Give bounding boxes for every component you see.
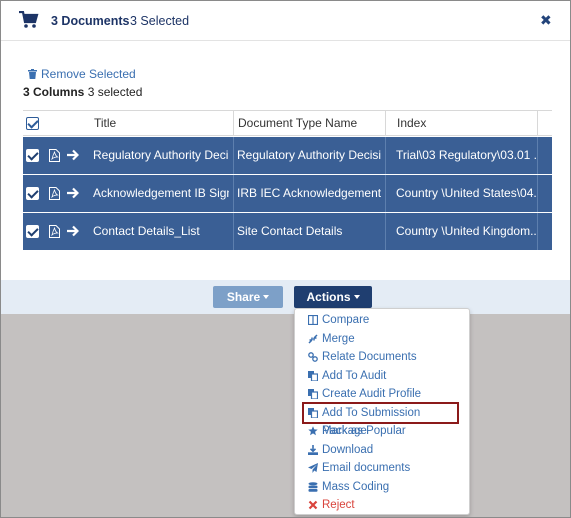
column-header-document-type[interactable]: Document Type Name bbox=[238, 111, 357, 136]
documents-grid: Title Document Type Name Index Regulator… bbox=[23, 110, 552, 250]
actions-button[interactable]: Actions bbox=[294, 286, 372, 308]
arrow-right-icon[interactable] bbox=[67, 187, 79, 199]
download-icon bbox=[308, 444, 318, 455]
column-header-index[interactable]: Index bbox=[397, 111, 426, 136]
menu-item-label: Relate Documents bbox=[322, 351, 417, 363]
cell-title: Regulatory Authority Deci... bbox=[93, 148, 229, 162]
documents-count: 3 Documents bbox=[51, 14, 130, 28]
copy-icon bbox=[308, 389, 318, 399]
cell-document-type: IRB IEC Acknowledgement ... bbox=[237, 186, 382, 200]
link-icon bbox=[308, 352, 318, 362]
grid-header: Title Document Type Name Index bbox=[23, 110, 552, 136]
column-divider[interactable] bbox=[537, 111, 538, 136]
share-button-label: Share bbox=[226, 290, 261, 304]
menu-item-label: Mark as Popular bbox=[322, 425, 406, 437]
copy-icon bbox=[308, 407, 318, 418]
actions-dropdown-menu: Compare Merge Relate Documents Add To Au… bbox=[294, 308, 470, 515]
menu-item-add-to-audit[interactable]: Add To Audit bbox=[295, 367, 469, 385]
column-divider bbox=[385, 175, 386, 212]
column-divider[interactable] bbox=[233, 111, 234, 136]
cell-title: Acknowledgement IB Sign... bbox=[93, 186, 229, 200]
row-checkbox[interactable] bbox=[26, 225, 39, 238]
arrow-right-icon[interactable] bbox=[67, 225, 79, 237]
column-divider bbox=[537, 213, 538, 250]
menu-item-relate-documents[interactable]: Relate Documents bbox=[295, 348, 469, 366]
columns-count: 3 Columns bbox=[23, 85, 85, 99]
selected-count: 3 Selected bbox=[130, 14, 190, 28]
menu-item-compare[interactable]: Compare bbox=[295, 311, 469, 329]
menu-item-label: Reject bbox=[322, 499, 355, 511]
table-row[interactable]: Contact Details_List Site Contact Detail… bbox=[23, 213, 552, 250]
action-toolbar: Share Actions bbox=[1, 280, 570, 314]
select-all-checkbox[interactable] bbox=[26, 117, 39, 130]
menu-item-merge[interactable]: Merge bbox=[295, 330, 469, 348]
cell-index: Country \United States\04... bbox=[396, 186, 536, 200]
menu-item-label: Compare bbox=[322, 314, 370, 326]
menu-item-mass-coding[interactable]: Mass Coding bbox=[295, 478, 469, 496]
menu-item-label: Merge bbox=[322, 332, 355, 345]
close-icon[interactable]: ✖ bbox=[540, 12, 552, 29]
pdf-file-icon[interactable] bbox=[49, 225, 60, 238]
arrow-right-icon[interactable] bbox=[67, 149, 79, 161]
column-divider bbox=[537, 137, 538, 174]
actions-button-label: Actions bbox=[306, 290, 351, 304]
column-divider[interactable] bbox=[385, 111, 386, 136]
copy-icon bbox=[308, 370, 318, 381]
table-row[interactable]: Regulatory Authority Deci... Regulatory … bbox=[23, 137, 552, 174]
star-icon bbox=[308, 426, 318, 436]
pdf-file-icon[interactable] bbox=[49, 187, 60, 200]
menu-item-mark-as-popular[interactable]: Mark as Popular bbox=[295, 422, 469, 440]
menu-item-email-documents[interactable]: Email documents bbox=[295, 459, 469, 477]
pdf-file-icon[interactable] bbox=[49, 149, 60, 162]
column-divider bbox=[233, 137, 234, 174]
compress-icon bbox=[308, 333, 318, 344]
menu-item-label: Create Audit Profile bbox=[322, 388, 422, 400]
columns-icon bbox=[308, 315, 318, 325]
cell-document-type: Regulatory Authority Decisi... bbox=[237, 148, 382, 162]
menu-item-label: Download bbox=[322, 443, 374, 456]
database-icon bbox=[308, 481, 318, 492]
row-checkbox[interactable] bbox=[26, 187, 39, 200]
menu-item-create-audit-profile[interactable]: Create Audit Profile bbox=[295, 385, 469, 403]
menu-item-label: Add To Audit bbox=[322, 369, 387, 382]
columns-info: 3 Columns 3 selected bbox=[23, 85, 142, 99]
caret-down-icon bbox=[263, 295, 270, 299]
cell-index: Country \United Kingdom... bbox=[396, 224, 536, 238]
column-divider bbox=[385, 213, 386, 250]
documents-modal: 3 Documents 3 Selected ✖ Remove Selected… bbox=[0, 0, 571, 518]
column-divider bbox=[233, 175, 234, 212]
menu-item-add-to-submission-package[interactable]: Add To Submission Package bbox=[302, 401, 459, 437]
remove-selected-label: Remove Selected bbox=[41, 67, 136, 81]
remove-selected-link[interactable]: Remove Selected bbox=[28, 67, 136, 81]
cell-title: Contact Details_List bbox=[93, 224, 200, 238]
menu-item-download[interactable]: Download bbox=[295, 441, 469, 459]
trash-icon bbox=[28, 69, 37, 79]
times-icon bbox=[308, 500, 318, 510]
menu-item-reject[interactable]: Reject bbox=[295, 496, 469, 514]
modal-header: 3 Documents 3 Selected ✖ bbox=[1, 1, 570, 41]
share-button[interactable]: Share bbox=[213, 286, 283, 308]
send-icon bbox=[308, 463, 318, 473]
documents-panel: 3 Documents 3 Selected ✖ Remove Selected… bbox=[1, 1, 570, 280]
column-header-title[interactable]: Title bbox=[94, 111, 116, 136]
menu-item-label: Mass Coding bbox=[322, 480, 390, 493]
menu-item-label: Email documents bbox=[322, 462, 411, 474]
column-divider bbox=[385, 137, 386, 174]
columns-selected: 3 selected bbox=[87, 85, 143, 99]
column-divider bbox=[537, 175, 538, 212]
caret-down-icon bbox=[353, 295, 360, 299]
cart-icon bbox=[19, 11, 39, 28]
column-divider bbox=[233, 213, 234, 250]
cell-document-type: Site Contact Details bbox=[237, 224, 343, 238]
row-checkbox[interactable] bbox=[26, 149, 39, 162]
table-row[interactable]: Acknowledgement IB Sign... IRB IEC Ackno… bbox=[23, 175, 552, 212]
cell-index: Trial\03 Regulatory\03.01 ... bbox=[396, 148, 536, 162]
